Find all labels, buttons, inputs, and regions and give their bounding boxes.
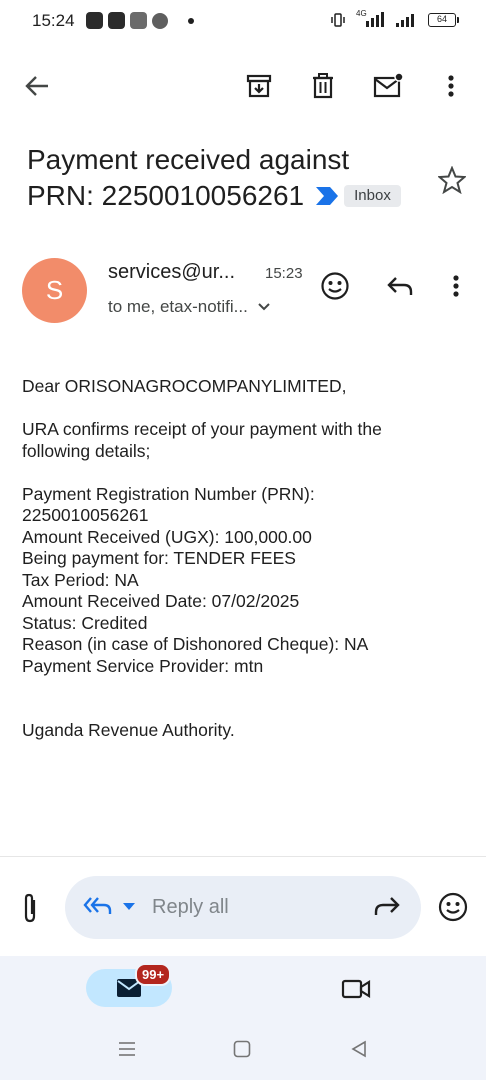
back-button[interactable] xyxy=(19,68,55,104)
more-notifications-dot xyxy=(188,18,194,24)
recipients-toggle[interactable]: to me, etax-notifi... xyxy=(108,297,270,317)
recents-icon[interactable] xyxy=(118,1040,136,1058)
sender-name[interactable]: services@ur... xyxy=(108,261,235,284)
app-notification-icon xyxy=(152,12,168,29)
reply-icon xyxy=(387,277,413,295)
importance-marker-icon xyxy=(316,186,339,205)
archive-button[interactable] xyxy=(241,68,277,104)
mark-unread-icon xyxy=(373,73,403,98)
detail-line: Reason (in case of Dishonored Cheque): N… xyxy=(22,634,369,654)
message-toolbar xyxy=(0,56,486,116)
vibrate-icon xyxy=(331,13,345,27)
add-reaction-button[interactable] xyxy=(317,268,353,304)
more-options-button[interactable] xyxy=(433,68,469,104)
more-vert-icon xyxy=(448,75,454,97)
reply-all-label[interactable]: Reply all xyxy=(152,896,229,919)
emoji-icon xyxy=(321,272,349,300)
delete-button[interactable] xyxy=(305,68,341,104)
subject-prn: PRN: 2250010056261 xyxy=(27,180,305,211)
detail-line: Tax Period: NA xyxy=(22,569,139,590)
detail-line: Status: Credited xyxy=(22,612,148,633)
reply-all-bar[interactable]: Reply all xyxy=(65,876,421,939)
email-subject: Payment received against PRN: 2250010056… xyxy=(27,142,427,214)
recipients-text: to me, etax-notifi... xyxy=(108,297,248,316)
emoji-icon xyxy=(438,892,468,922)
nav-meet-tab[interactable] xyxy=(341,978,371,1005)
home-icon[interactable] xyxy=(233,1040,251,1058)
reaction-button[interactable] xyxy=(437,891,469,928)
sent-time: 15:23 xyxy=(265,265,303,282)
detail-line: Payment Registration Number (PRN): xyxy=(22,483,315,504)
trash-icon xyxy=(313,73,333,99)
subject-line-1: Payment received against xyxy=(27,144,350,175)
signal-4g-icon: 4G xyxy=(356,9,384,28)
intro-line: following details; xyxy=(22,440,151,461)
signal-icon xyxy=(396,14,414,27)
subject-line-2: PRN: 2250010056261 Inbox xyxy=(27,178,427,214)
paperclip-icon xyxy=(24,893,36,923)
detail-line: Payment Service Provider: mtn xyxy=(22,655,264,676)
detail-line: Amount Received (UGX): 100,000.00 xyxy=(22,526,312,547)
status-time: 15:24 xyxy=(32,11,75,30)
star-button[interactable] xyxy=(436,165,468,199)
inbox-label-chip[interactable]: Inbox xyxy=(344,184,401,207)
status-bar: 15:24 4G 64 xyxy=(0,0,486,44)
battery-icon: 64 xyxy=(428,13,459,27)
reply-button[interactable] xyxy=(382,268,418,304)
detail-line: Being payment for: TENDER FEES xyxy=(22,548,296,568)
bottom-navigation: 99+ xyxy=(0,956,486,1080)
signature: Uganda Revenue Authority. xyxy=(22,720,235,740)
sender-avatar[interactable]: S xyxy=(22,258,87,323)
detail-line: 2250010056261 xyxy=(22,505,149,525)
greeting: Dear ORISONAGROCOMPANYLIMITED, xyxy=(22,376,347,396)
notification-icons xyxy=(86,12,168,29)
app-notification-icon xyxy=(108,12,125,29)
intro-line: URA confirms receipt of your payment wit… xyxy=(22,419,382,439)
more-vert-icon xyxy=(453,275,459,297)
app-notification-icon xyxy=(130,12,147,29)
system-indicators: 4G 64 xyxy=(330,9,459,28)
attach-button[interactable] xyxy=(18,892,42,929)
app-notification-icon xyxy=(86,12,103,29)
star-icon xyxy=(436,165,468,195)
video-camera-icon xyxy=(341,979,371,999)
back-nav-icon[interactable] xyxy=(350,1040,368,1058)
archive-icon xyxy=(246,74,272,98)
chevron-down-icon xyxy=(258,303,270,311)
reply-all-icon xyxy=(83,897,112,914)
unread-count-badge: 99+ xyxy=(135,963,172,986)
detail-line: Amount Received Date: 07/02/2025 xyxy=(22,591,300,611)
mark-unread-button[interactable] xyxy=(370,68,406,104)
system-navigation xyxy=(0,1036,486,1066)
caret-down-icon[interactable] xyxy=(123,903,135,911)
arrow-back-icon xyxy=(25,76,48,96)
email-body: Dear ORISONAGROCOMPANYLIMITED, URA confi… xyxy=(22,376,462,742)
forward-icon[interactable] xyxy=(373,894,401,918)
message-more-button[interactable] xyxy=(438,268,474,304)
divider xyxy=(0,856,486,857)
